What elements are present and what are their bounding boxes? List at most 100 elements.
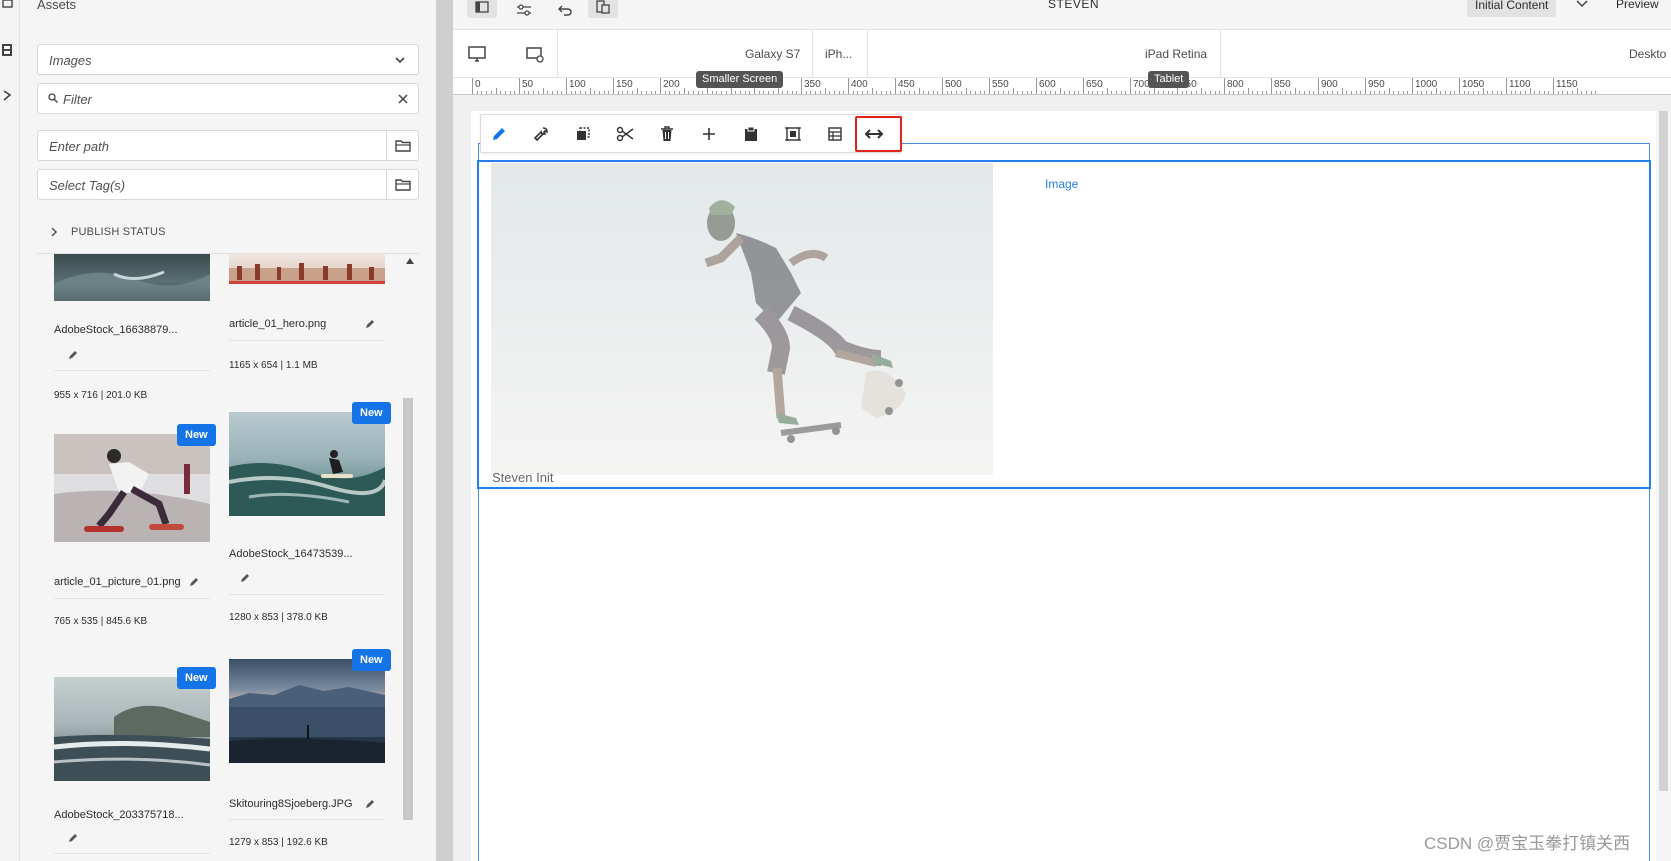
asset-thumbnail[interactable]: [54, 677, 210, 781]
ruler-tick: [1402, 91, 1404, 94]
undo-button[interactable]: [550, 0, 580, 20]
ruler-tick: [1120, 91, 1122, 94]
ruler-tick: [1416, 91, 1418, 94]
ruler-tick: [655, 91, 657, 94]
edit-icon[interactable]: [364, 318, 376, 330]
ruler-tick: [1017, 91, 1019, 94]
ruler-label: 800: [1227, 79, 1244, 90]
rotate-device-icon[interactable]: [525, 44, 545, 64]
ruler-tick: [664, 91, 666, 94]
cut-button[interactable]: [612, 122, 638, 146]
configure-button[interactable]: [528, 122, 554, 146]
plus-icon: [703, 128, 715, 140]
ruler-tick: [768, 91, 770, 94]
ruler-tick: [570, 91, 572, 94]
ruler-tick: [660, 78, 661, 94]
emulator-button[interactable]: [588, 0, 618, 18]
ruler-tick: [1590, 91, 1592, 94]
ruler-tick: [913, 91, 915, 94]
ruler-tick: [1162, 91, 1164, 94]
publish-status-toggle[interactable]: PUBLISH STATUS: [71, 226, 166, 238]
edit-icon[interactable]: [364, 798, 376, 810]
layout-button[interactable]: [822, 122, 848, 146]
ruler-tick: [904, 91, 906, 94]
filter-input[interactable]: Filter: [37, 83, 419, 114]
tags-input[interactable]: Select Tag(s): [37, 169, 419, 200]
device-galaxy-s7[interactable]: Galaxy S7: [745, 47, 800, 61]
delete-button[interactable]: [654, 122, 680, 146]
edit-icon[interactable]: [188, 576, 200, 588]
ruler-tick: [1158, 91, 1160, 94]
ruler-tick: [777, 88, 779, 94]
ruler-tick: [805, 91, 807, 94]
asset-type-select[interactable]: Images: [37, 44, 419, 75]
tree-icon[interactable]: [2, 90, 14, 102]
canvas-scrollbar[interactable]: [1656, 111, 1671, 861]
ruler-tick: [758, 91, 760, 94]
ruler-tick: [1322, 91, 1324, 94]
folder-icon: [394, 140, 411, 152]
ruler-tick: [993, 91, 995, 94]
emulator-separator: [1220, 30, 1221, 78]
ruler-tick: [1205, 91, 1207, 94]
ruler-tick: [1360, 91, 1362, 94]
copy-button[interactable]: [570, 122, 596, 146]
desktop-icon[interactable]: [467, 44, 487, 64]
path-browse-button[interactable]: [386, 131, 418, 160]
ruler-tick: [735, 91, 737, 94]
close-icon[interactable]: [398, 94, 408, 104]
ruler-tick: [923, 91, 925, 94]
group-button[interactable]: [780, 122, 806, 146]
panel-icon[interactable]: [2, 0, 14, 12]
scroll-up-icon[interactable]: [406, 258, 414, 264]
ruler-tick: [504, 91, 506, 94]
ruler-tick: [1007, 91, 1009, 94]
ruler-tick: [692, 91, 694, 94]
page-properties-button[interactable]: [509, 0, 539, 20]
chevron-right-icon[interactable]: [50, 227, 58, 237]
asset-thumbnail[interactable]: [229, 412, 385, 516]
ruler-tick: [1543, 91, 1545, 94]
panel-resize-handle[interactable]: [436, 0, 453, 861]
preview-button[interactable]: Preview: [1616, 0, 1659, 11]
component-toolbar: [480, 114, 902, 153]
edit-icon[interactable]: [67, 832, 79, 844]
ruler-tick: [1365, 78, 1366, 94]
edit-icon[interactable]: [239, 572, 251, 584]
asset-thumbnail[interactable]: [54, 254, 210, 301]
edit-icon[interactable]: [67, 349, 79, 361]
path-input[interactable]: Enter path: [37, 130, 419, 161]
ruler-tick: [1256, 91, 1258, 94]
ruler-tick: [1585, 91, 1587, 94]
toggle-side-panel-button[interactable]: [467, 0, 497, 18]
asset-thumbnail[interactable]: [229, 254, 385, 284]
ruler-tick: [725, 91, 727, 94]
canvas-scrollbar-thumb[interactable]: [1659, 111, 1668, 791]
device-ipad-retina[interactable]: iPad Retina: [1145, 47, 1207, 61]
insert-button[interactable]: [696, 122, 722, 146]
ruler-tick: [1548, 91, 1550, 94]
asset-separator: [229, 594, 385, 595]
asset-thumbnail[interactable]: [229, 659, 385, 763]
asset-meta: 765 x 535 | 845.6 KB: [54, 616, 148, 627]
mode-selector[interactable]: Initial Content: [1467, 0, 1557, 17]
ruler-tick: [1247, 88, 1249, 94]
chevron-down-icon[interactable]: [1576, 0, 1588, 8]
panel-scrollbar[interactable]: [403, 398, 413, 820]
ruler-tick: [1036, 78, 1037, 94]
device-desktop[interactable]: Deskto: [1629, 47, 1666, 61]
asset-name: AdobeStock_16473539...: [229, 548, 353, 560]
ruler-tick: [1242, 91, 1244, 94]
device-iphone[interactable]: iPh...: [825, 47, 852, 61]
assets-icon[interactable]: [2, 44, 14, 56]
ruler-tick: [566, 78, 567, 94]
tablet-tooltip: Tablet: [1148, 71, 1190, 88]
edit-button[interactable]: [486, 122, 512, 146]
image-component[interactable]: [491, 163, 993, 475]
tags-browse-button[interactable]: [386, 170, 418, 199]
asset-thumbnail[interactable]: [54, 434, 210, 542]
ruler-tick: [542, 88, 544, 94]
ruler-tick: [1073, 91, 1075, 94]
paste-button[interactable]: [738, 122, 764, 146]
page-title: STEVEN: [1048, 0, 1100, 11]
